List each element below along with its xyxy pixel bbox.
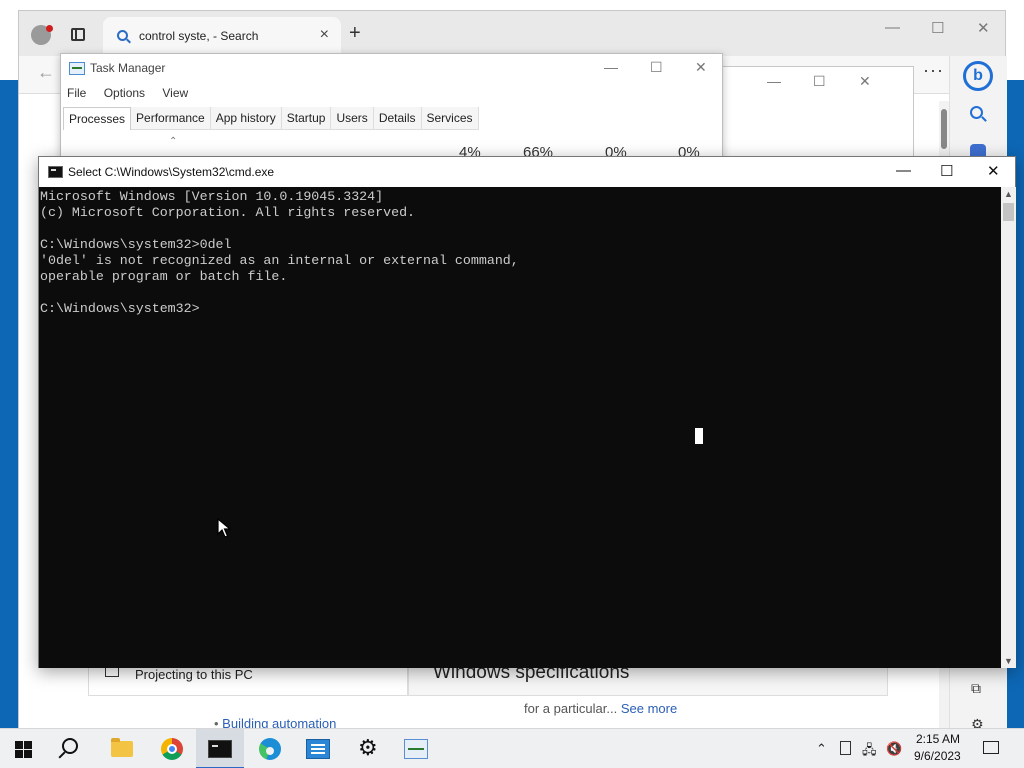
tab-actions-icon[interactable] <box>71 28 85 41</box>
menu-file[interactable]: File <box>67 86 86 100</box>
more-menu-button[interactable]: ··· <box>923 60 944 81</box>
cmd-line: Microsoft Windows [Version 10.0.19045.33… <box>40 189 384 204</box>
cmd-line: C:\Windows\system32>0del <box>40 237 232 252</box>
command-prompt-icon <box>208 740 232 758</box>
taskbar-file-explorer[interactable] <box>98 729 146 768</box>
cmd-title-bar[interactable]: Select C:\Windows\System32\cmd.exe — ☐ ✕ <box>39 157 1015 187</box>
cmd-line: operable program or batch file. <box>40 269 288 284</box>
cmd-minimize-button[interactable]: — <box>896 162 911 179</box>
search-icon <box>62 738 78 754</box>
browser-minimize-button[interactable]: — <box>885 19 900 36</box>
cmd-line: ​ <box>40 221 519 237</box>
cmd-line: ​ <box>40 285 519 301</box>
taskbar-chrome[interactable] <box>148 729 196 768</box>
browser-maximize-button[interactable]: ☐ <box>931 19 944 37</box>
sort-chevron-icon[interactable]: ⌃ <box>169 136 177 147</box>
tablet-icon[interactable] <box>840 741 851 755</box>
windows-logo-icon <box>15 741 32 758</box>
page-scrollbar-thumb[interactable] <box>941 109 947 149</box>
new-tab-button[interactable]: + <box>349 23 361 43</box>
task-manager-icon <box>69 62 85 75</box>
cmd-scrollbar-thumb[interactable] <box>1003 203 1014 221</box>
task-manager-icon <box>404 739 428 759</box>
task-manager-window: Task Manager — ☐ ✕ File Options View Pro… <box>60 53 723 161</box>
cmd-line: (c) Microsoft Corporation. All rights re… <box>40 205 416 220</box>
tab-details[interactable]: Details <box>373 107 422 130</box>
tab-startup[interactable]: Startup <box>281 107 332 130</box>
taskbar-command-prompt[interactable] <box>196 729 244 768</box>
text-cursor <box>695 428 703 444</box>
background-maximize-button[interactable]: ☐ <box>813 73 826 90</box>
search-icon <box>117 30 128 41</box>
profile-notification-dot <box>46 25 53 32</box>
desktop-background <box>0 80 18 728</box>
clock-time[interactable]: 2:15 AM <box>916 732 960 746</box>
taskbar-edge[interactable] <box>246 729 294 768</box>
chrome-icon <box>161 738 183 760</box>
task-manager-maximize-button[interactable]: ☐ <box>650 59 663 76</box>
mouse-pointer-icon <box>217 518 231 538</box>
system-information-icon <box>306 739 330 759</box>
task-manager-menu-bar: File Options View <box>67 86 202 100</box>
cmd-output: Microsoft Windows [Version 10.0.19045.33… <box>40 189 519 317</box>
command-prompt-icon <box>48 166 63 178</box>
menu-view[interactable]: View <box>162 86 188 100</box>
show-hidden-icons-chevron-icon[interactable]: ⌃ <box>816 741 827 757</box>
command-prompt-window: Select C:\Windows\System32\cmd.exe — ☐ ✕… <box>38 156 1016 668</box>
sidebar-search-icon[interactable] <box>970 106 983 119</box>
projector-icon <box>105 667 119 677</box>
cmd-close-button[interactable]: ✕ <box>987 162 1000 180</box>
scroll-down-arrow-icon[interactable]: ▼ <box>1004 656 1013 666</box>
taskbar: ⚙ ⌃ 🖧 🔇 2:15 AM 9/6/2023 <box>0 728 1024 768</box>
browser-tab-search[interactable]: control syste, - Search × <box>103 17 341 56</box>
browser-tab-bar: control syste, - Search × + — ☐ ✕ <box>19 11 1005 56</box>
task-manager-minimize-button[interactable]: — <box>604 59 618 75</box>
start-button[interactable] <box>0 729 48 768</box>
task-manager-close-button[interactable]: ✕ <box>695 59 707 76</box>
volume-muted-icon[interactable]: 🔇 <box>886 741 902 757</box>
browser-tab-title: control syste, - Search <box>139 29 259 43</box>
notification-center-icon[interactable] <box>983 741 999 754</box>
background-close-button[interactable]: ✕ <box>859 73 871 90</box>
background-minimize-button[interactable]: — <box>767 73 781 89</box>
taskbar-search-button[interactable] <box>48 729 96 768</box>
task-manager-title: Task Manager <box>90 61 166 75</box>
cmd-title: Select C:\Windows\System32\cmd.exe <box>68 165 275 179</box>
task-manager-tabs: Processes Performance App history Startu… <box>63 107 479 130</box>
network-icon[interactable]: 🖧 <box>862 741 877 763</box>
background-window: — ☐ ✕ <box>720 66 914 161</box>
scroll-up-arrow-icon[interactable]: ▲ <box>1004 189 1013 199</box>
external-link-icon[interactable]: ⧉ <box>971 680 981 697</box>
clock-date[interactable]: 9/6/2023 <box>914 749 961 763</box>
tab-app-history[interactable]: App history <box>210 107 282 130</box>
cmd-maximize-button[interactable]: ☐ <box>940 162 953 180</box>
taskbar-system-information[interactable] <box>294 729 342 768</box>
see-more-link[interactable]: See more <box>621 701 677 716</box>
cmd-console[interactable]: Microsoft Windows [Version 10.0.19045.33… <box>39 187 1001 668</box>
gear-icon: ⚙ <box>358 735 378 760</box>
tab-processes[interactable]: Processes <box>63 107 132 130</box>
edge-icon <box>259 738 281 760</box>
projecting-label: Projecting to this PC <box>135 667 253 682</box>
bing-chat-icon[interactable]: b <box>963 61 993 91</box>
tab-performance[interactable]: Performance <box>131 107 211 130</box>
taskbar-task-manager[interactable] <box>392 729 440 768</box>
close-tab-icon[interactable]: × <box>320 26 329 44</box>
back-arrow-icon[interactable]: ← <box>37 62 55 83</box>
particular-text: for a particular... See more <box>524 701 678 716</box>
tab-users[interactable]: Users <box>331 107 374 130</box>
cmd-prompt-line: C:\Windows\system32> <box>40 301 200 316</box>
browser-close-button[interactable]: ✕ <box>977 19 990 37</box>
cmd-scrollbar[interactable]: ▲ ▼ <box>1001 187 1016 668</box>
taskbar-settings[interactable]: ⚙ <box>344 729 392 768</box>
menu-options[interactable]: Options <box>104 86 145 100</box>
cmd-line: '0del' is not recognized as an internal … <box>40 253 519 268</box>
folder-icon <box>111 738 133 757</box>
tab-services[interactable]: Services <box>421 107 479 130</box>
